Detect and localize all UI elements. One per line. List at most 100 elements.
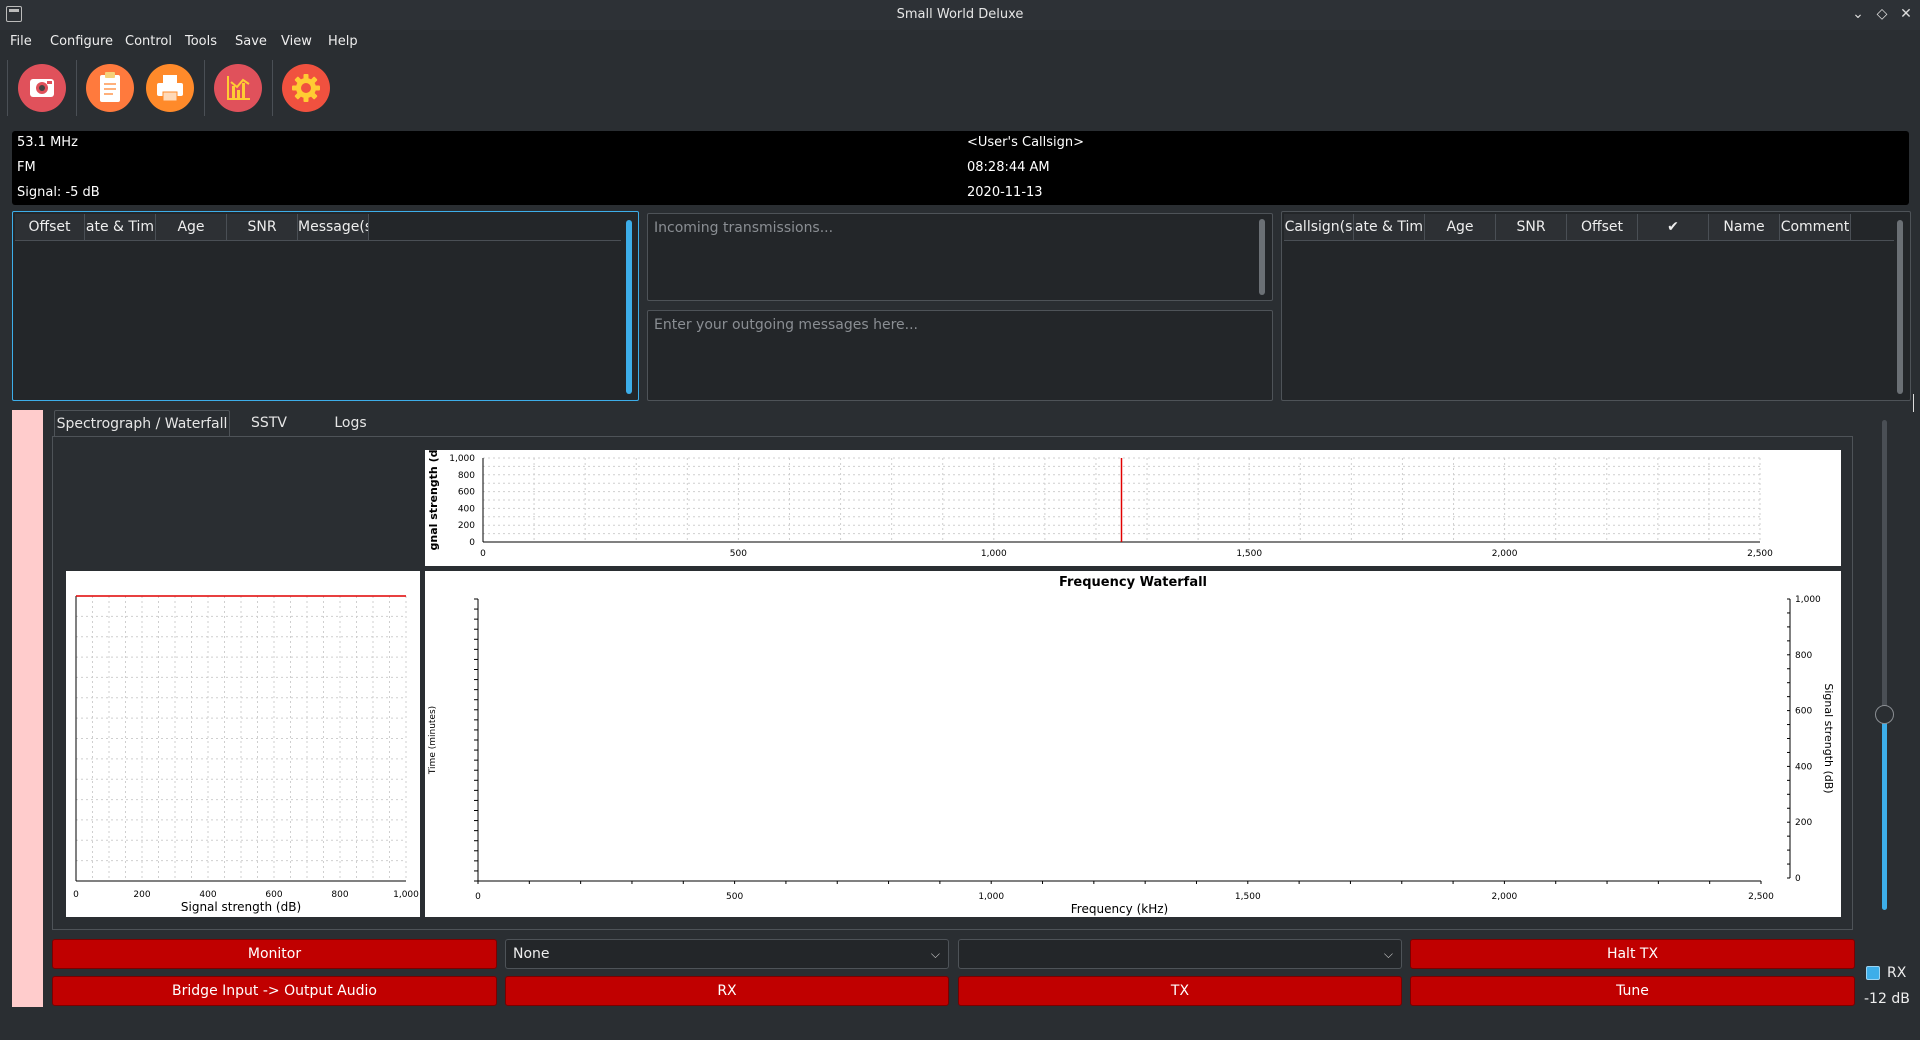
x-tick-label: 1,500: [1236, 549, 1262, 559]
clipboard-icon[interactable]: [86, 64, 134, 112]
x-axis-label: Frequency (kHz): [1071, 902, 1168, 916]
chevron-down-icon: ⌵: [930, 947, 940, 961]
column-header[interactable]: Age: [156, 214, 227, 240]
color-axis-tick-label: 1,000: [1795, 595, 1821, 605]
title-bar: Small World Deluxe ⌄ ◇ ✕: [0, 0, 1920, 30]
column-header[interactable]: SNR: [227, 214, 298, 240]
outgoing-message-input[interactable]: Enter your outgoing messages here...: [647, 310, 1273, 401]
color-axis-tick-label: 600: [1795, 707, 1812, 717]
received-messages-table[interactable]: Offset ate & Tim Age SNR Message(s: [12, 211, 639, 401]
callsign-readout: <User's Callsign>: [967, 135, 1085, 150]
window-title: Small World Deluxe: [896, 7, 1024, 22]
y-tick-label: 1,000: [449, 454, 475, 464]
tx-button[interactable]: TX: [958, 976, 1402, 1006]
column-header[interactable]: Age: [1425, 214, 1496, 240]
splitter-handle[interactable]: [1913, 394, 1918, 412]
column-header[interactable]: Callsign(s: [1284, 214, 1354, 240]
chart-icon[interactable]: [214, 64, 262, 112]
y-tick-label: 200: [458, 521, 475, 531]
halt-tx-button[interactable]: Halt TX: [1410, 939, 1855, 969]
volume-slider-handle[interactable]: [1875, 705, 1894, 724]
settings-gear-icon[interactable]: [282, 64, 330, 112]
incoming-placeholder: Incoming transmissions...: [654, 220, 834, 236]
chevron-down-icon: ⌵: [1383, 947, 1393, 961]
x-tick-label: 0: [480, 549, 486, 559]
color-axis-tick-label: 400: [1795, 762, 1812, 772]
incoming-transmissions-box[interactable]: Incoming transmissions...: [647, 213, 1273, 301]
column-header[interactable]: ate & Tim: [1354, 214, 1425, 240]
mode-readout: FM: [17, 160, 36, 175]
tab-logs[interactable]: Logs: [318, 410, 383, 437]
toolbar-separator: [76, 60, 77, 116]
maximize-icon[interactable]: ◇: [1873, 5, 1891, 23]
column-header[interactable]: Name: [1709, 214, 1780, 240]
x-tick-label: 1,500: [1235, 892, 1261, 902]
y-axis-label-left: Time (minutes): [428, 706, 438, 775]
menu-bar: File Configure Control Tools Save View H…: [0, 30, 1920, 54]
column-header[interactable]: ✔: [1638, 214, 1709, 240]
x-tick-label: 2,500: [1747, 549, 1773, 559]
minimize-icon[interactable]: ⌄: [1849, 5, 1867, 23]
column-header[interactable]: ate & Tim: [85, 214, 156, 240]
column-header[interactable]: SNR: [1496, 214, 1567, 240]
menu-save[interactable]: Save: [235, 34, 267, 49]
spectrum-chart: 1,000 800 600 400 200 00 500 1,000 1,500 2,000 2,5…: [425, 450, 1841, 566]
monitor-button[interactable]: Monitor: [52, 939, 497, 969]
menu-configure[interactable]: Configure: [50, 34, 113, 49]
vertical-scrollbar[interactable]: [1259, 219, 1265, 295]
toolbar-separator: [272, 60, 273, 116]
tab-sstv[interactable]: SSTV: [238, 410, 300, 437]
audio-input-select[interactable]: None ⌵: [505, 939, 949, 969]
tune-button[interactable]: Tune: [1410, 976, 1855, 1006]
bridge-audio-button[interactable]: Bridge Input -> Output Audio: [52, 976, 497, 1006]
x-axis-label: Signal strength (dB): [181, 900, 301, 914]
menu-help[interactable]: Help: [328, 34, 358, 49]
column-header[interactable]: Offset: [15, 214, 85, 240]
rx-button[interactable]: RX: [505, 976, 949, 1006]
y-axis-label: gnal strength (d: [427, 450, 440, 550]
rx-checkbox[interactable]: [1866, 966, 1880, 980]
y-tick-label: 400: [458, 504, 475, 514]
x-tick-label: 500: [726, 892, 743, 902]
header-divider: [1284, 240, 1894, 241]
signal-level-bar: [12, 410, 43, 1007]
close-icon[interactable]: ✕: [1897, 5, 1915, 23]
menu-file[interactable]: File: [10, 34, 32, 49]
vertical-scrollbar[interactable]: [626, 220, 632, 394]
y-tick-label: 0: [469, 538, 475, 548]
color-axis-tick-label: 800: [1795, 651, 1812, 661]
printer-icon[interactable]: [146, 64, 194, 112]
column-header[interactable]: Offset: [1567, 214, 1638, 240]
column-header[interactable]: Comment: [1780, 214, 1851, 240]
camera-icon[interactable]: [18, 64, 66, 112]
waterfall-chart: Frequency Waterfall 0 500 1,000 1,500 2,000 2,…: [425, 571, 1841, 917]
y-tick-label: 600: [458, 488, 475, 498]
outgoing-placeholder: Enter your outgoing messages here...: [654, 317, 918, 333]
color-axis-tick-label: 0: [1795, 874, 1801, 884]
signal-readout: Signal: -5 dB: [17, 185, 100, 200]
y-tick-label: 800: [458, 471, 475, 481]
toolbar-separator: [7, 60, 8, 116]
audio-output-select[interactable]: ⌵: [958, 939, 1402, 969]
column-header[interactable]: Message(s: [298, 214, 369, 240]
x-tick-label: 2,000: [1492, 549, 1518, 559]
menu-tools[interactable]: Tools: [185, 34, 217, 49]
x-tick-label: 1,000: [981, 549, 1007, 559]
menu-control[interactable]: Control: [125, 34, 172, 49]
tab-strip: [388, 410, 1853, 437]
x-tick-label: 2,500: [1748, 892, 1774, 902]
x-tick-label: 500: [730, 549, 747, 559]
color-axis-tick-label: 200: [1795, 818, 1812, 828]
x-tick-label: 200: [133, 890, 150, 900]
callsign-table[interactable]: Callsign(s ate & Tim Age SNR Offset ✔ Na…: [1281, 211, 1911, 401]
x-tick-label: 2,000: [1492, 892, 1518, 902]
x-tick-label: 400: [199, 890, 216, 900]
x-tick-label: 800: [331, 890, 348, 900]
tab-spectrograph-waterfall[interactable]: Spectrograph / Waterfall: [54, 410, 230, 437]
vertical-scrollbar[interactable]: [1897, 220, 1903, 394]
toolbar-separator: [204, 60, 205, 116]
frequency-readout: 53.1 MHz: [17, 135, 78, 150]
gain-db-label: -12 dB: [1864, 991, 1910, 1007]
menu-view[interactable]: View: [281, 34, 312, 49]
status-info-bar: 53.1 MHz FM Signal: -5 dB <User's Callsi…: [12, 131, 1909, 205]
